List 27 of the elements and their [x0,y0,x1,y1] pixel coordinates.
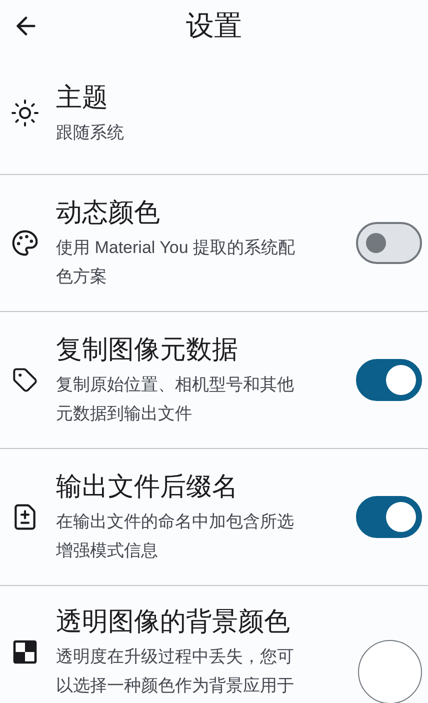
setting-description: 增强模式信息 [56,540,159,562]
checkerboard-icon [11,638,39,666]
page-title: 设置 [186,9,242,43]
setting-description: 透明度在升级过程中丢失，您可 [56,646,295,668]
setting-item[interactable]: 动态颜色 使用 Material You 提取的系统配 色方案 [0,175,428,311]
setting-item[interactable]: 主题 跟随系统 [0,52,428,174]
setting-title: 透明图像的背景颜色 [56,605,291,638]
setting-item[interactable]: 复制图像元数据 复制原始位置、相机型号和其他 元数据到输出文件 [0,312,428,448]
sun-icon [10,98,40,128]
setting-description: 元数据到输出文件 [56,403,193,425]
setting-description: 以选择一种颜色作为背景应用于 [56,675,295,697]
tag-icon [12,367,38,393]
setting-title: 输出文件后缀名 [56,470,239,503]
setting-description: 使用 Material You 提取的系统配 [56,237,296,259]
toggle-switch[interactable] [356,496,422,538]
setting-item[interactable]: 输出文件后缀名 在输出文件的命名中加包含所选 增强模式信息 [0,449,428,585]
setting-description: 跟随系统 [56,122,125,144]
toggle-switch[interactable] [356,359,422,401]
setting-description: 复制原始位置、相机型号和其他 [56,374,295,396]
setting-item[interactable]: 透明图像的背景颜色 透明度在升级过程中丢失，您可 以选择一种颜色作为背景应用于 [0,586,428,703]
setting-title: 主题 [56,80,109,114]
setting-title: 复制图像元数据 [56,333,239,366]
setting-description: 色方案 [56,266,108,288]
setting-description: 在输出文件的命名中加包含所选 [56,511,295,533]
palette-icon [11,229,39,257]
toggle-switch[interactable] [356,222,422,264]
setting-title: 动态颜色 [56,196,161,229]
